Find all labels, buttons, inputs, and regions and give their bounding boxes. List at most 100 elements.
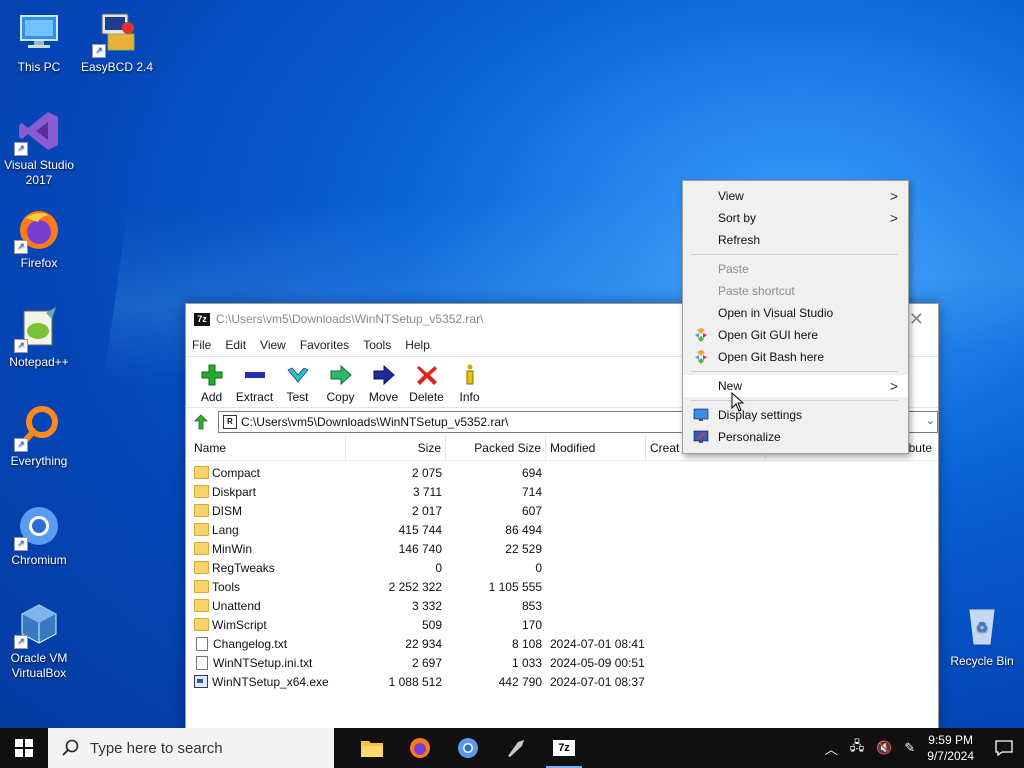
move-arrow-icon — [373, 364, 395, 386]
table-row[interactable]: Unattend 3 332 853 — [186, 596, 938, 615]
clock-date: 9/7/2024 — [927, 749, 974, 763]
table-row[interactable]: DISM 2 017 607 — [186, 501, 938, 520]
taskbar-search-box[interactable]: Type here to search — [48, 728, 334, 768]
menu-tools[interactable]: Tools — [363, 338, 391, 352]
menu-item-open-git-gui[interactable]: Open Git GUI here — [683, 324, 908, 346]
desktop-icon-recycle-bin[interactable]: ♻ Recycle Bin — [942, 602, 1022, 668]
desktop-icon-everything[interactable]: ↗ Everything — [1, 404, 77, 469]
menu-item-paste-shortcut[interactable]: Paste shortcut — [683, 280, 908, 302]
menu-item-open-in-visual-studio[interactable]: Open in Visual Studio — [683, 302, 908, 324]
menu-help[interactable]: Help — [405, 338, 430, 352]
desktop-icon-label: Chromium — [11, 553, 67, 567]
delete-button[interactable]: Delete — [405, 363, 448, 407]
plus-icon — [201, 364, 222, 386]
windows-logo-icon — [15, 739, 33, 757]
table-row[interactable]: Compact 2 075 694 — [186, 463, 938, 482]
network-icon[interactable]: 🖧 — [850, 737, 865, 759]
desktop-icon-notepad-plus-plus[interactable]: ↗ Notepad++ — [1, 305, 77, 370]
text-file-icon — [196, 636, 208, 651]
folder-icon — [194, 523, 209, 536]
menu-view[interactable]: View — [260, 338, 286, 352]
mouse-cursor-icon — [731, 392, 745, 412]
menu-item-refresh[interactable]: Refresh — [683, 229, 908, 251]
up-folder-button[interactable] — [190, 412, 212, 432]
taskbar-firefox[interactable] — [396, 728, 444, 768]
chevron-right-icon: > — [889, 378, 898, 394]
menu-edit[interactable]: Edit — [225, 338, 246, 352]
shortcut-arrow-icon: ↗ — [92, 44, 106, 58]
notepad-plus-plus-icon: ↗ — [14, 305, 62, 353]
7zip-icon: 7z — [194, 312, 210, 326]
column-name[interactable]: Name — [186, 436, 346, 460]
table-row[interactable]: WinNTSetup.ini.txt 2 697 1 033 2024-05-09 0… — [186, 653, 938, 672]
menu-item-personalize[interactable]: Personalize — [683, 426, 908, 448]
taskbar-chromium[interactable] — [444, 728, 492, 768]
desktop-icon-easybcd[interactable]: ↗ EasyBCD 2.4 — [79, 10, 155, 75]
desktop-icon-virtualbox[interactable]: ↗ Oracle VM VirtualBox — [1, 601, 77, 681]
table-row[interactable]: WimScript 509 170 — [186, 615, 938, 634]
taskbar-app[interactable] — [492, 728, 540, 768]
pen-icon[interactable]: ✎ — [904, 740, 915, 756]
table-row[interactable]: Tools 2 252 322 1 105 555 — [186, 577, 938, 596]
table-row[interactable]: Diskpart 3 711 714 — [186, 482, 938, 501]
desktop-icon-visual-studio[interactable]: ↗ Visual Studio 2017 — [1, 108, 77, 188]
shortcut-arrow-icon: ↗ — [14, 240, 28, 254]
volume-muted-icon[interactable]: 🔇 — [876, 740, 892, 756]
menu-item-open-git-bash[interactable]: Open Git Bash here — [683, 346, 908, 368]
file-explorer-icon — [361, 741, 383, 757]
add-button[interactable]: Add — [190, 363, 233, 407]
copy-button[interactable]: Copy — [319, 363, 362, 407]
table-row[interactable]: RegTweaks 0 0 — [186, 558, 938, 577]
search-icon — [62, 739, 79, 756]
chromium-icon — [458, 738, 478, 758]
menu-separator — [691, 400, 898, 401]
info-icon — [466, 364, 473, 385]
clock[interactable]: 9:59 PM 9/7/2024 — [927, 732, 974, 764]
shortcut-arrow-icon: ↗ — [14, 142, 28, 156]
clock-time: 9:59 PM — [928, 733, 973, 747]
chevron-up-icon[interactable]: ︿ — [825, 739, 838, 758]
delete-x-icon — [416, 366, 437, 385]
move-button[interactable]: Move — [362, 363, 405, 407]
desktop-icon-label: Notepad++ — [9, 355, 69, 369]
table-row[interactable]: WinNTSetup_x64.exe 1 088 512 442 790 2024-0… — [186, 672, 938, 691]
test-button[interactable]: Test — [276, 363, 319, 407]
taskbar-file-explorer[interactable] — [348, 728, 396, 768]
start-button[interactable] — [0, 728, 48, 768]
notification-icon — [995, 740, 1013, 756]
desktop-icon-this-pc[interactable]: This PC — [1, 10, 77, 75]
git-icon — [695, 350, 707, 364]
taskbar-7zip[interactable]: 7z — [540, 728, 588, 768]
path-text: C:\Users\vm5\Downloads\WinNTSetup_v5352.… — [240, 415, 509, 429]
menu-item-view[interactable]: View > — [683, 185, 908, 207]
desktop-icon-firefox[interactable]: ↗ Firefox — [1, 206, 77, 271]
firefox-icon: ↗ — [14, 206, 62, 254]
app-icon — [508, 740, 524, 757]
extract-button[interactable]: Extract — [233, 363, 276, 407]
column-size[interactable]: Size — [346, 436, 446, 460]
window-title: C:\Users\vm5\Downloads\WinNTSetup_v5352.… — [216, 312, 484, 326]
desktop-icon-chromium[interactable]: ↗ Chromium — [1, 503, 77, 568]
virtualbox-icon: ↗ — [14, 601, 62, 649]
menu-item-display-settings[interactable]: Display settings — [683, 404, 908, 426]
menu-item-new[interactable]: New > — [683, 375, 908, 397]
chevron-right-icon: > — [889, 210, 898, 226]
computer-icon — [16, 10, 62, 56]
recycle-bin-icon: ♻ — [959, 602, 1005, 648]
menu-file[interactable]: File — [192, 338, 211, 352]
menu-item-paste[interactable]: Paste — [683, 258, 908, 280]
notifications-button[interactable] — [984, 740, 1024, 756]
column-packed-size[interactable]: Packed Size — [446, 436, 546, 460]
info-button[interactable]: Info — [448, 363, 491, 407]
menu-favorites[interactable]: Favorites — [300, 338, 349, 352]
column-modified[interactable]: Modified — [546, 436, 646, 460]
table-row[interactable]: Lang 415 744 86 494 — [186, 520, 938, 539]
chevron-down-icon[interactable]: ⌄ — [926, 414, 935, 427]
close-icon[interactable]: ✕ — [909, 309, 924, 330]
table-row[interactable]: MinWin 146 740 22 529 — [186, 539, 938, 558]
git-icon — [695, 328, 707, 342]
menu-item-sort-by[interactable]: Sort by > — [683, 207, 908, 229]
table-row[interactable]: Changelog.txt 22 934 8 108 2024-07-01 08:41 — [186, 634, 938, 653]
search-placeholder: Type here to search — [90, 739, 223, 757]
folder-icon — [194, 599, 209, 612]
